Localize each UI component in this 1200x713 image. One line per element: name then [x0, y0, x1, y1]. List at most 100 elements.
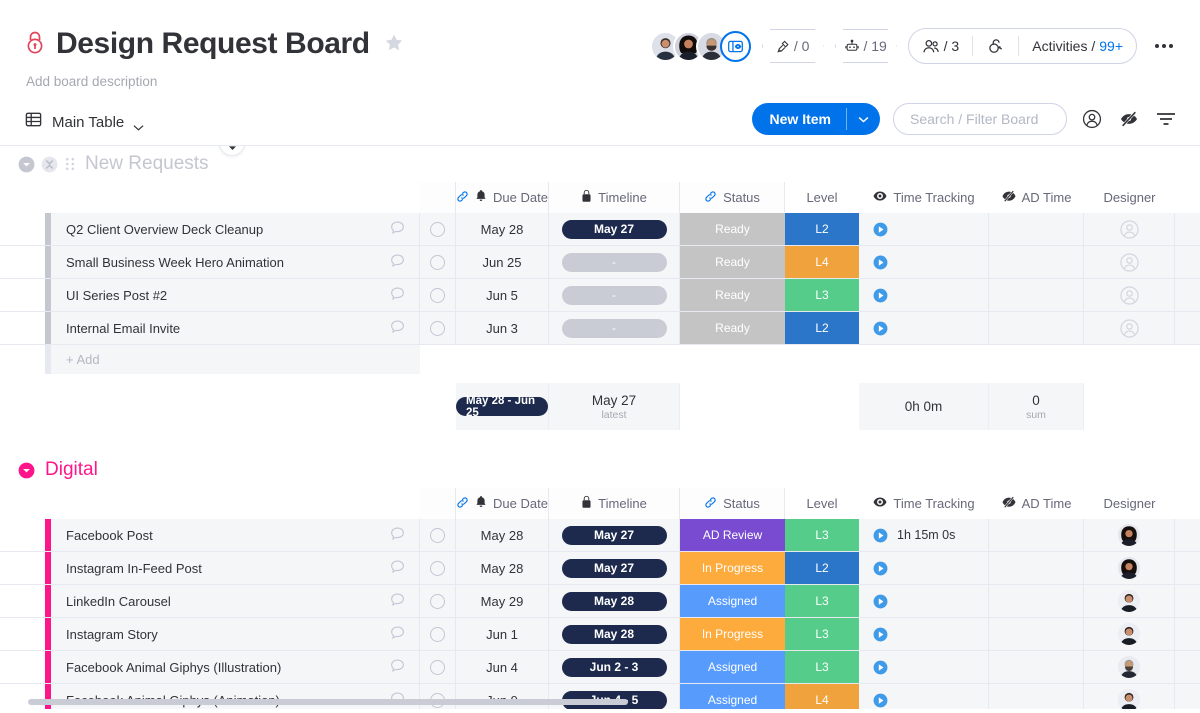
- column-header-due-date[interactable]: Due Date: [456, 488, 549, 519]
- cell-designer[interactable]: [1084, 246, 1175, 278]
- row-checkbox[interactable]: [430, 626, 445, 642]
- cell-ad-time[interactable]: [989, 651, 1084, 683]
- row-checkbox[interactable]: [430, 560, 445, 576]
- cell-status[interactable]: Ready: [680, 279, 785, 311]
- timeline-pill[interactable]: May 27: [561, 558, 667, 578]
- chat-bubble-icon[interactable]: [389, 525, 406, 545]
- row-name-cell[interactable]: UI Series Post #2: [51, 279, 420, 311]
- cell-due-date[interactable]: Jun 5: [456, 279, 549, 311]
- chat-bubble-icon[interactable]: [389, 624, 406, 644]
- row-name-cell[interactable]: Internal Email Invite: [51, 312, 420, 344]
- chevron-down-icon[interactable]: [133, 119, 144, 131]
- timeline-pill[interactable]: May 27: [561, 525, 667, 545]
- row-checkbox-cell[interactable]: [420, 651, 456, 683]
- board-description[interactable]: Add board description: [26, 74, 1176, 89]
- add-item-row[interactable]: + Add: [0, 345, 1200, 374]
- cell-designer[interactable]: [1084, 618, 1175, 650]
- cell-timeline[interactable]: May 28: [549, 585, 680, 617]
- status-badge[interactable]: AD Review: [680, 519, 785, 551]
- cell-level[interactable]: L4: [785, 684, 859, 709]
- cell-due-date[interactable]: Jun 25: [456, 246, 549, 278]
- status-badge[interactable]: In Progress: [680, 552, 785, 584]
- column-header-time-tracking[interactable]: Time Tracking: [859, 182, 989, 213]
- cell-level[interactable]: L3: [785, 585, 859, 617]
- status-badge[interactable]: Ready: [680, 279, 785, 311]
- group-collapse-caret-icon[interactable]: [18, 462, 35, 479]
- cell-designer[interactable]: [1084, 213, 1175, 245]
- row-checkbox-cell[interactable]: [420, 519, 456, 551]
- cell-status[interactable]: Ready: [680, 246, 785, 278]
- new-item-button[interactable]: New Item: [751, 103, 880, 135]
- timeline-pill[interactable]: -: [561, 318, 667, 338]
- column-header-ad-time[interactable]: AD Time: [989, 488, 1084, 519]
- tab-main-table[interactable]: Main Table: [24, 110, 144, 134]
- more-options-icon[interactable]: [1150, 32, 1178, 60]
- cell-status[interactable]: Ready: [680, 312, 785, 344]
- activities-segment[interactable]: Activities / 99+: [1019, 29, 1136, 63]
- avatar[interactable]: [1118, 557, 1140, 579]
- group-header[interactable]: New Requests: [0, 146, 1200, 182]
- row-checkbox-cell[interactable]: [420, 279, 456, 311]
- avatar[interactable]: [1118, 689, 1140, 709]
- timeline-pill[interactable]: May 27: [561, 219, 667, 239]
- group-name[interactable]: Digital: [45, 459, 98, 481]
- cell-due-date[interactable]: Jun 1: [456, 618, 549, 650]
- level-badge[interactable]: L3: [785, 519, 859, 551]
- cell-ad-time[interactable]: [989, 618, 1084, 650]
- table-row[interactable]: Q2 Client Overview Deck Cleanup May 28 M…: [0, 213, 1200, 246]
- row-checkbox-cell[interactable]: [420, 213, 456, 245]
- row-name-cell[interactable]: Instagram In-Feed Post: [51, 552, 420, 584]
- column-header-due-date[interactable]: Due Date: [456, 182, 549, 213]
- cell-time-tracking[interactable]: 1h 15m 0s: [859, 519, 989, 551]
- row-name-cell[interactable]: Facebook Post: [51, 519, 420, 551]
- cell-ad-time[interactable]: [989, 312, 1084, 344]
- level-badge[interactable]: L3: [785, 585, 859, 617]
- cell-time-tracking[interactable]: [859, 279, 989, 311]
- level-badge[interactable]: L4: [785, 684, 859, 709]
- cell-due-date[interactable]: Jun 9: [456, 684, 549, 709]
- table-row[interactable]: LinkedIn Carousel May 29 May 28 Assigned…: [0, 585, 1200, 618]
- status-badge[interactable]: Assigned: [680, 651, 785, 683]
- cell-level[interactable]: L3: [785, 279, 859, 311]
- table-row[interactable]: Instagram Story Jun 1 May 28 In Progress…: [0, 618, 1200, 651]
- cell-time-tracking[interactable]: [859, 585, 989, 617]
- play-icon[interactable]: [873, 594, 888, 609]
- permissions-segment[interactable]: [973, 29, 1018, 63]
- timeline-pill[interactable]: -: [561, 285, 667, 305]
- chat-bubble-icon[interactable]: [389, 657, 406, 677]
- cell-ad-time[interactable]: [989, 684, 1084, 709]
- column-header-timeline[interactable]: Timeline: [549, 182, 680, 213]
- cell-time-tracking[interactable]: [859, 684, 989, 709]
- row-name-cell[interactable]: Facebook Animal Giphys (Animation): [51, 684, 420, 709]
- chat-bubble-icon[interactable]: [389, 285, 406, 305]
- level-badge[interactable]: L3: [785, 618, 859, 650]
- level-badge[interactable]: L3: [785, 279, 859, 311]
- cell-time-tracking[interactable]: [859, 246, 989, 278]
- cell-due-date[interactable]: May 28: [456, 519, 549, 551]
- chat-bubble-icon[interactable]: [389, 591, 406, 611]
- cell-time-tracking[interactable]: [859, 651, 989, 683]
- cell-timeline[interactable]: Jun 4 - 5: [549, 684, 680, 709]
- search-input[interactable]: [893, 103, 1067, 135]
- cell-ad-time[interactable]: [989, 552, 1084, 584]
- new-item-dropdown-arrow[interactable]: [847, 103, 880, 135]
- play-icon[interactable]: [873, 561, 888, 576]
- status-badge[interactable]: Ready: [680, 246, 785, 278]
- play-icon[interactable]: [873, 627, 888, 642]
- play-icon[interactable]: [873, 255, 888, 270]
- drag-handle-icon[interactable]: [65, 157, 75, 171]
- group-header[interactable]: Digital: [0, 452, 1200, 488]
- cell-status[interactable]: Ready: [680, 213, 785, 245]
- row-checkbox-cell[interactable]: [420, 618, 456, 650]
- group-collapse-icon[interactable]: [41, 156, 58, 173]
- cell-due-date[interactable]: May 28: [456, 213, 549, 245]
- row-checkbox[interactable]: [430, 320, 445, 336]
- row-checkbox-cell[interactable]: [420, 585, 456, 617]
- new-item-label[interactable]: New Item: [752, 103, 846, 135]
- table-row[interactable]: Instagram In-Feed Post May 28 May 27 In …: [0, 552, 1200, 585]
- cell-timeline[interactable]: Jun 2 - 3: [549, 651, 680, 683]
- cell-timeline[interactable]: May 27: [549, 519, 680, 551]
- timeline-pill[interactable]: Jun 2 - 3: [561, 657, 667, 677]
- group-collapse-caret-icon[interactable]: [18, 156, 35, 173]
- cell-level[interactable]: L3: [785, 651, 859, 683]
